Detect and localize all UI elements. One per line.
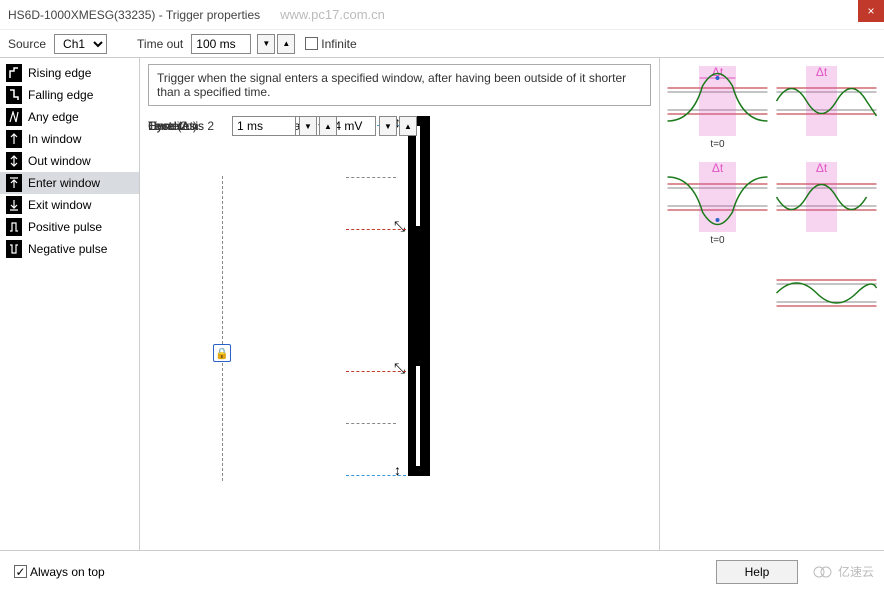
time-down[interactable]: ▼: [299, 116, 317, 136]
rising-edge-icon: [6, 64, 22, 82]
checkbox-icon: ✓: [14, 565, 27, 578]
level-bar[interactable]: [408, 116, 430, 476]
always-on-top-checkbox[interactable]: ✓ Always on top: [14, 565, 105, 579]
preview-3: Δt t=0: [666, 162, 769, 252]
titlebar: HS6D-1000XMESG(33235) - Trigger properti…: [0, 0, 884, 30]
center-panel: Trigger when the signal enters a specifi…: [140, 58, 659, 550]
preview-1: Δt t=0: [666, 66, 769, 156]
sidebar-item-in-window[interactable]: In window: [0, 128, 139, 150]
sidebar-item-exit-window[interactable]: Exit window: [0, 194, 139, 216]
brand-watermark: 亿速云: [812, 563, 874, 580]
time-label: Time (Δt): [148, 119, 226, 133]
toolbar: Source Ch1 Time out ▼ ▲ Infinite: [0, 30, 884, 58]
falling-edge-icon: [6, 86, 22, 104]
preview-6: [775, 258, 878, 348]
preview-5-empty: [666, 258, 769, 348]
help-button[interactable]: Help: [716, 560, 798, 584]
lower-bound-down[interactable]: ▼: [379, 116, 397, 136]
timeout-up-button[interactable]: ▲: [277, 34, 295, 54]
timeout-label: Time out: [137, 37, 183, 51]
sidebar-item-positive-pulse[interactable]: Positive pulse: [0, 216, 139, 238]
infinite-checkbox[interactable]: Infinite: [305, 37, 356, 51]
preview-4: Δt: [775, 162, 878, 252]
sidebar-item-falling-edge[interactable]: Falling edge: [0, 84, 139, 106]
time-input[interactable]: [232, 116, 296, 136]
negative-pulse-icon: [6, 240, 22, 258]
source-select[interactable]: Ch1: [54, 34, 107, 54]
lower-bound-up[interactable]: ▲: [399, 116, 417, 136]
svg-text:Δt: Δt: [816, 66, 828, 79]
preview-2: Δt: [775, 66, 878, 156]
sidebar-item-any-edge[interactable]: Any edge: [0, 106, 139, 128]
out-window-icon: [6, 152, 22, 170]
svg-text:Δt: Δt: [712, 162, 724, 175]
preview-panel: Δt t=0 Δt Δt t=0 Δt: [659, 58, 884, 550]
sidebar-item-negative-pulse[interactable]: Negative pulse: [0, 238, 139, 260]
any-edge-icon: [6, 108, 22, 126]
parameter-area: ↕ ⤡ ⤡ ↕ 🔒 ▼▲ Hysteresis: [148, 116, 651, 536]
timeout-down-button[interactable]: ▼: [257, 34, 275, 54]
svg-text:Δt: Δt: [816, 162, 828, 175]
trigger-description: Trigger when the signal enters a specifi…: [148, 64, 651, 106]
timeout-input[interactable]: [191, 34, 251, 54]
time-up[interactable]: ▲: [319, 116, 337, 136]
enter-window-icon: [6, 174, 22, 192]
in-window-icon: [6, 130, 22, 148]
positive-pulse-icon: [6, 218, 22, 236]
source-label: Source: [8, 37, 46, 51]
sidebar-item-out-window[interactable]: Out window: [0, 150, 139, 172]
checkbox-icon: [305, 37, 318, 50]
main-area: Rising edge Falling edge Any edge In win…: [0, 58, 884, 550]
sidebar-item-enter-window[interactable]: Enter window: [0, 172, 139, 194]
watermark-text: www.pc17.com.cn: [280, 7, 385, 22]
exit-window-icon: [6, 196, 22, 214]
close-button[interactable]: ×: [858, 0, 884, 22]
bottom-bar: ✓ Always on top Help 亿速云: [0, 550, 884, 592]
window-title: HS6D-1000XMESG(33235) - Trigger properti…: [8, 8, 260, 22]
lock-icon[interactable]: 🔒: [213, 344, 231, 362]
trigger-type-sidebar: Rising edge Falling edge Any edge In win…: [0, 58, 140, 550]
sidebar-item-rising-edge[interactable]: Rising edge: [0, 62, 139, 84]
